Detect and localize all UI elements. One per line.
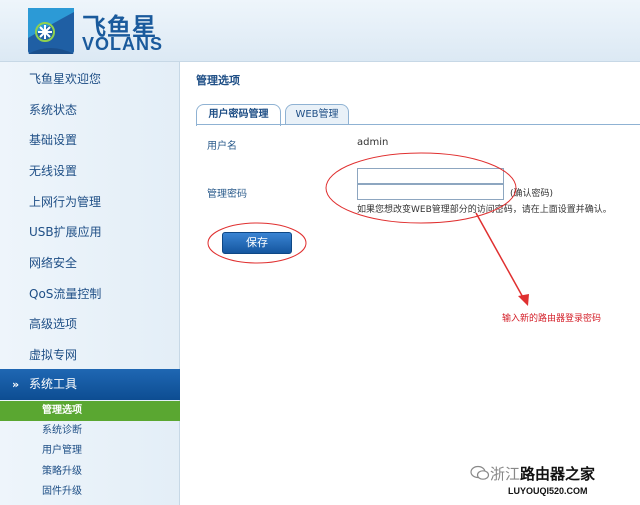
tab-web-management[interactable]: WEB管理 xyxy=(285,104,349,125)
confirm-password-input[interactable] xyxy=(357,184,504,200)
sidebar-subitem-firmware[interactable]: 固件升级 xyxy=(0,482,180,502)
sidebar: 飞鱼星欢迎您 系统状态 基础设置 无线设置 上网行为管理 USB扩展应用 网络安… xyxy=(0,62,180,505)
header: 飞鱼星 VOLANS xyxy=(0,0,640,62)
sidebar-item-advanced[interactable]: 高级选项 xyxy=(0,309,180,339)
watermark-url: LUYOUQI520.COM xyxy=(508,486,588,496)
chevron-double-down-icon: » xyxy=(12,378,20,391)
username-value: admin xyxy=(357,137,389,148)
annotation-text: 输入新的路由器登录密码 xyxy=(502,314,602,324)
tab-user-password[interactable]: 用户密码管理 xyxy=(196,104,281,126)
page-title: 管理选项 xyxy=(196,74,240,87)
watermark-prefix: 浙江 xyxy=(490,465,521,483)
password-input[interactable] xyxy=(357,168,504,184)
sidebar-item-basic[interactable]: 基础设置 xyxy=(0,125,180,155)
sidebar-item-system-tools[interactable]: » 系统工具 xyxy=(0,369,180,400)
watermark-text: 路由器之家 xyxy=(520,465,596,483)
confirm-password-label: (确认密码) xyxy=(510,189,554,199)
sidebar-item-qos[interactable]: QoS流量控制 xyxy=(0,279,180,309)
brand-name-en: VOLANS xyxy=(82,34,164,54)
router-admin-page: 飞鱼星 VOLANS 飞鱼星欢迎您 系统状态 基础设置 无线设置 上网行为管理 … xyxy=(0,0,640,505)
volans-logo-icon xyxy=(28,8,74,54)
username-label: 用户名 xyxy=(207,141,237,152)
tab-divider xyxy=(196,124,640,125)
sidebar-item-status[interactable]: 系统状态 xyxy=(0,95,180,125)
annotation-arrow-line xyxy=(475,212,526,302)
password-label: 管理密码 xyxy=(207,189,247,200)
arrow-head-icon xyxy=(518,294,529,306)
save-button[interactable]: 保存 xyxy=(222,232,292,254)
sidebar-item-label: 系统工具 xyxy=(29,377,78,391)
sidebar-subitem-admin-options[interactable]: 管理选项 xyxy=(0,401,180,421)
sidebar-subitem-diagnostics[interactable]: 系统诊断 xyxy=(0,421,180,441)
sidebar-item-vpn[interactable]: 虚拟专网 xyxy=(0,340,180,370)
sidebar-item-welcome[interactable]: 飞鱼星欢迎您 xyxy=(0,64,180,94)
watermark: 浙江路由器之家 xyxy=(490,463,595,484)
sidebar-item-usb[interactable]: USB扩展应用 xyxy=(0,217,180,247)
sidebar-subitem-users[interactable]: 用户管理 xyxy=(0,441,180,461)
password-hint: 如果您想改变WEB管理部分的访问密码，请在上面设置并确认。 xyxy=(357,205,612,215)
sidebar-item-security[interactable]: 网络安全 xyxy=(0,248,180,278)
sidebar-subitem-policy-upgrade[interactable]: 策略升级 xyxy=(0,462,180,482)
sidebar-item-wireless[interactable]: 无线设置 xyxy=(0,156,180,186)
wechat-icon xyxy=(470,465,490,480)
sidebar-item-behavior[interactable]: 上网行为管理 xyxy=(0,187,180,217)
